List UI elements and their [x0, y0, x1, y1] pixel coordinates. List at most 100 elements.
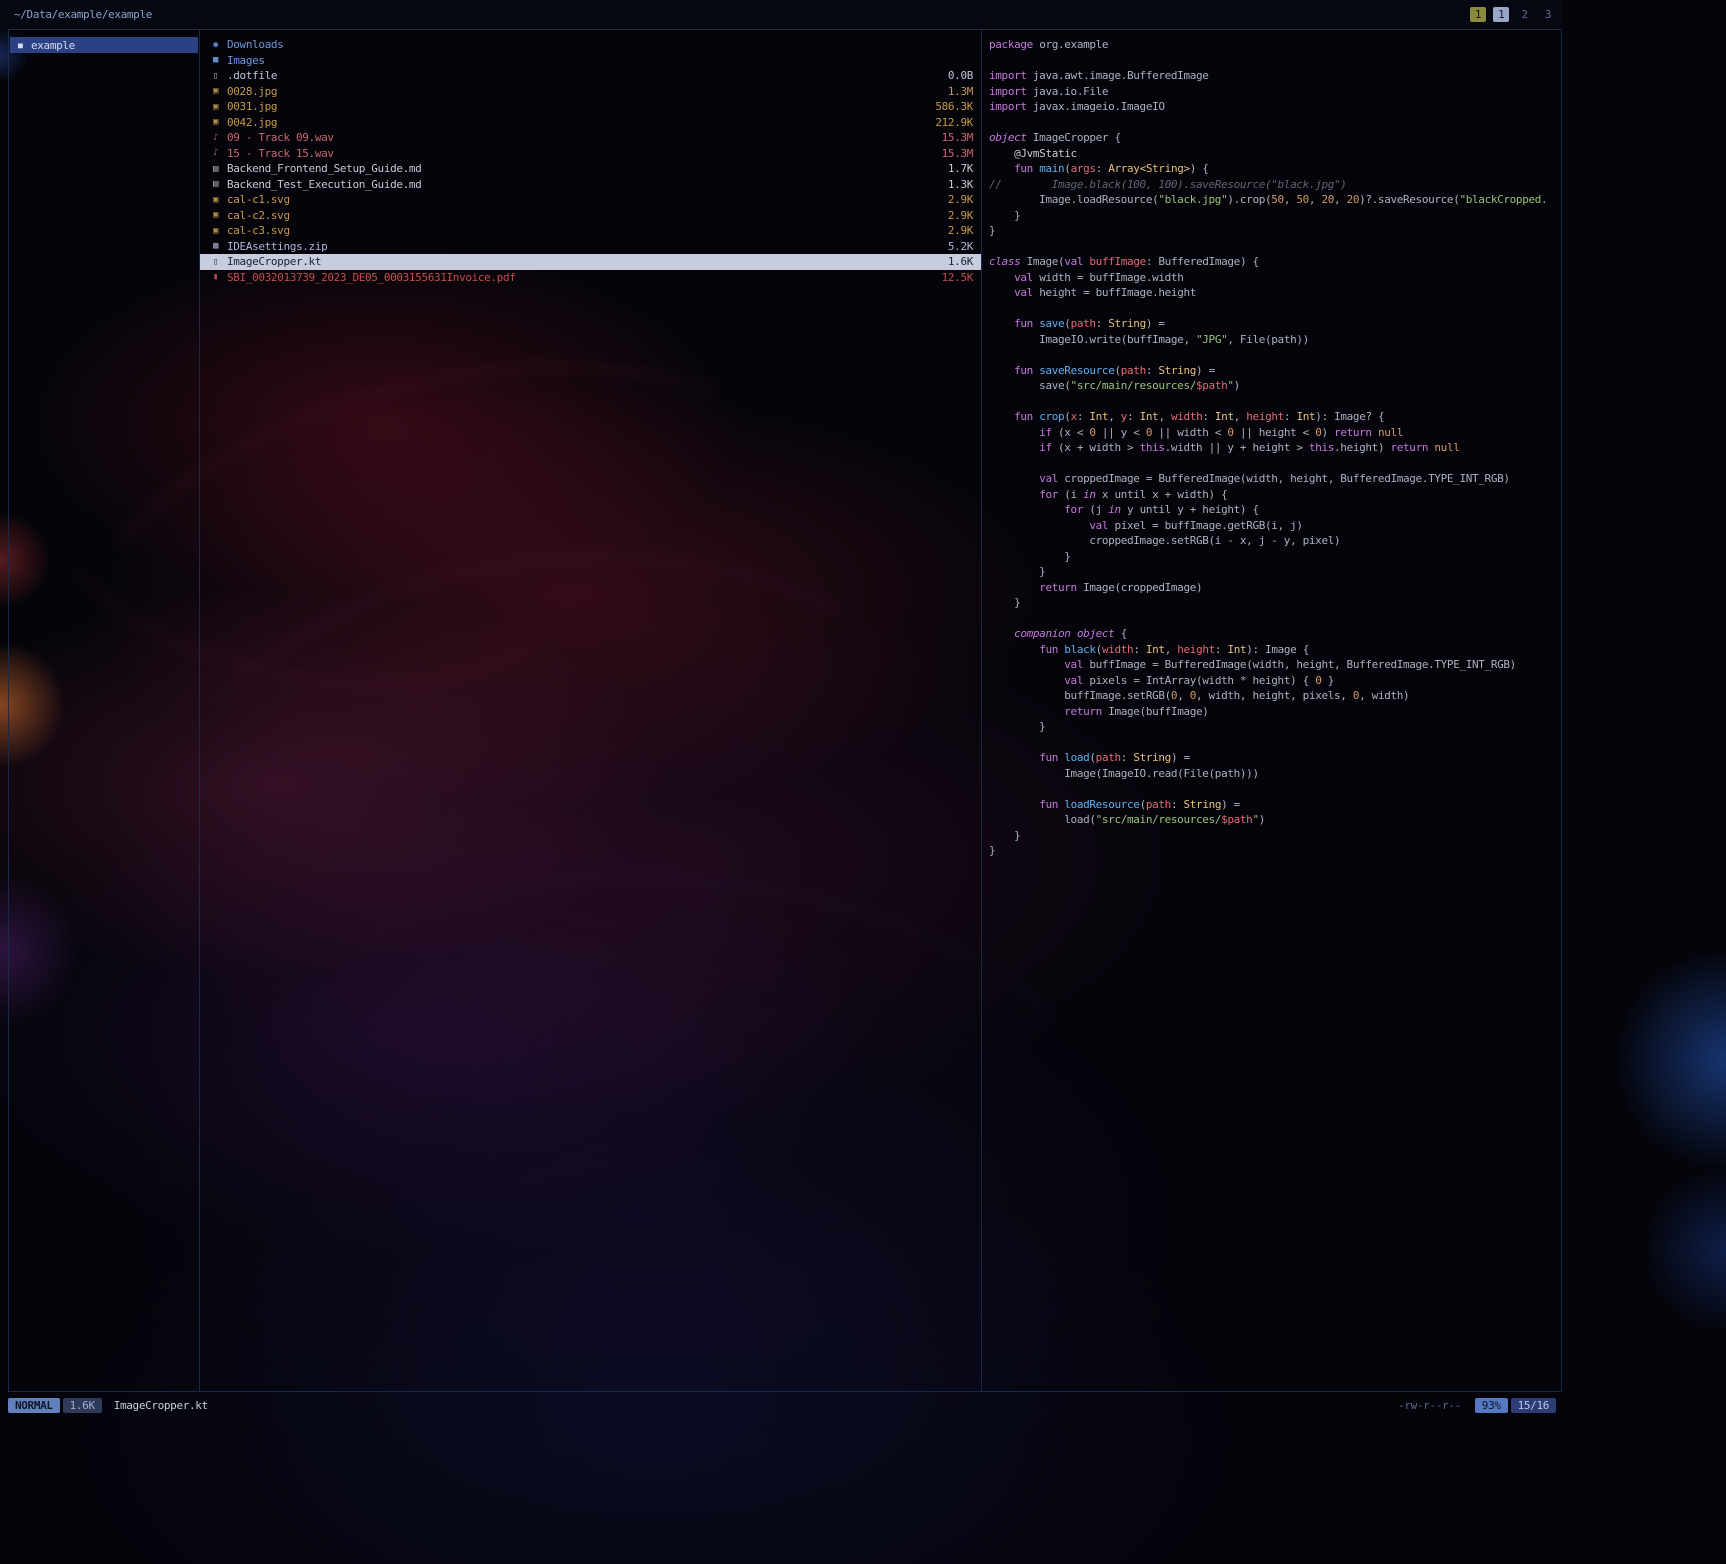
file-row[interactable]: ♪15 - Track 15.wav15.3M — [200, 146, 981, 162]
file-size: 1.3K — [938, 178, 973, 191]
code-line: } — [989, 719, 1561, 735]
image-icon: ▣ — [213, 210, 227, 220]
file-size-badge: 1.6K — [63, 1398, 102, 1413]
kotlin-icon: ▯ — [213, 257, 227, 267]
file-icon: ▯ — [213, 71, 227, 81]
code-line: Image.loadResource("black.jpg").crop(50,… — [989, 192, 1561, 208]
file-row[interactable]: ♪09 - Track 09.wav 15.3M — [200, 130, 981, 146]
file-size: 15.3M — [932, 147, 973, 160]
audio-icon: ♪ — [213, 148, 227, 158]
code-line: fun save(path: String) = — [989, 316, 1561, 332]
file-row[interactable]: ▤Backend_Test_Execution_Guide.md 1.3K — [200, 177, 981, 193]
file-row[interactable]: ◉Downloads — [200, 37, 981, 53]
tab-list: 1123 — [1463, 7, 1556, 22]
code-line: return Image(croppedImage) — [989, 580, 1561, 596]
audio-icon: ♪ — [213, 133, 227, 143]
file-name: 0028.jpg — [227, 85, 277, 98]
file-size: 1.3M — [938, 85, 973, 98]
code-line: if (x < 0 || y < 0 || width < 0 || heigh… — [989, 425, 1561, 441]
code-line — [989, 115, 1561, 131]
code-line: ImageIO.write(buffImage, "JPG", File(pat… — [989, 332, 1561, 348]
code-line: } — [989, 208, 1561, 224]
code-line: croppedImage.setRGB(i - x, j - y, pixel) — [989, 533, 1561, 549]
code-line: fun saveResource(path: String) = — [989, 363, 1561, 379]
file-row[interactable]: ■Images — [200, 53, 981, 69]
code-line — [989, 347, 1561, 363]
code-line: val width = buffImage.width — [989, 270, 1561, 286]
code-line: val pixels = IntArray(width * height) { … — [989, 673, 1561, 689]
preview-pane[interactable]: package org.exampleimport java.awt.image… — [982, 30, 1561, 1391]
file-row[interactable]: ▯ImageCropper.kt1.6K — [200, 254, 981, 270]
tab-2[interactable]: 1 — [1493, 7, 1509, 22]
code-line: load("src/main/resources/$path") — [989, 812, 1561, 828]
file-size: 15.3M — [932, 131, 973, 144]
code-line: fun load(path: String) = — [989, 750, 1561, 766]
code-line: import javax.imageio.ImageIO — [989, 99, 1561, 115]
code-line: } — [989, 843, 1561, 859]
file-row[interactable]: ▣0042.jpg212.9K — [200, 115, 981, 131]
file-name: 09 - Track 09.wav — [227, 131, 334, 144]
code-line: class Image(val buffImage: BufferedImage… — [989, 254, 1561, 270]
code-line: // Image.black(100, 100).saveResource("b… — [989, 177, 1561, 193]
status-bar: NORMAL 1.6K ImageCropper.kt -rw-r--r-- 9… — [8, 1396, 1556, 1414]
code-line: fun crop(x: Int, y: Int, width: Int, hei… — [989, 409, 1561, 425]
file-name: cal-c3.svg — [227, 224, 290, 237]
file-row[interactable]: ▣0028.jpg1.3M — [200, 84, 981, 100]
mode-badge: NORMAL — [8, 1398, 60, 1413]
code-line: return Image(buffImage) — [989, 704, 1561, 720]
tab-4[interactable]: 3 — [1540, 7, 1556, 22]
terminal-screen: ~/Data/example/example 1123 ■example ◉Do… — [0, 0, 1726, 1564]
parent-dir-label: example — [31, 39, 75, 52]
file-name: IDEAsettings.zip — [227, 240, 327, 253]
file-row[interactable]: ▣cal-c2.svg2.9K — [200, 208, 981, 224]
file-size: 212.9K — [925, 116, 973, 129]
file-size: 0.0B — [938, 69, 973, 82]
code-line: fun main(args: Array<String>) { — [989, 161, 1561, 177]
file-name: Downloads — [227, 38, 283, 51]
filename-label: ImageCropper.kt — [114, 1399, 208, 1412]
folder-icon: ■ — [18, 41, 31, 50]
panes: ■example ◉Downloads■Images▯.dotfile0.0B▣… — [8, 29, 1562, 1392]
code-line: } — [989, 549, 1561, 565]
file-size: 1.7K — [938, 162, 973, 175]
file-name: Backend_Test_Execution_Guide.md — [227, 178, 421, 191]
code-line: for (i in x until x + width) { — [989, 487, 1561, 503]
code-line: import java.awt.image.BufferedImage — [989, 68, 1561, 84]
image-icon: ▣ — [213, 195, 227, 205]
parent-pane: ■example — [9, 30, 200, 1391]
code-line: object ImageCropper { — [989, 130, 1561, 146]
file-name: 0031.jpg — [227, 100, 277, 113]
file-name: .dotfile — [227, 69, 277, 82]
file-row[interactable]: ▣cal-c1.svg2.9K — [200, 192, 981, 208]
file-row[interactable]: ▤Backend_Frontend_Setup_Guide.md 1.7K — [200, 161, 981, 177]
file-row[interactable]: ▦IDEAsettings.zip5.2K — [200, 239, 981, 255]
status-right-group: -rw-r--r-- 93% 15/16 — [1398, 1398, 1556, 1413]
file-name: ImageCropper.kt — [227, 255, 321, 268]
code-line: @JvmStatic — [989, 146, 1561, 162]
code-line — [989, 611, 1561, 627]
folder-icon: ■ — [213, 55, 227, 65]
code-line — [989, 53, 1561, 69]
file-name: Backend_Frontend_Setup_Guide.md — [227, 162, 421, 175]
file-row[interactable]: ▮SBI_0032013739_2023_DE05_0003155631Invo… — [200, 270, 981, 286]
code-line: } — [989, 828, 1561, 844]
parent-dir-item[interactable]: ■example — [10, 37, 198, 53]
markdown-icon: ▤ — [213, 179, 227, 189]
tab-3[interactable]: 2 — [1516, 7, 1532, 22]
code-line: for (j in y until y + height) { — [989, 502, 1561, 518]
code-line: companion object { — [989, 626, 1561, 642]
code-line: fun black(width: Int, height: Int): Imag… — [989, 642, 1561, 658]
code-line — [989, 456, 1561, 472]
code-line: val buffImage = BufferedImage(width, hei… — [989, 657, 1561, 673]
image-icon: ▣ — [213, 117, 227, 127]
percent-badge: 93% — [1475, 1398, 1508, 1413]
markdown-icon: ▤ — [213, 164, 227, 174]
file-size: 2.9K — [938, 193, 973, 206]
file-row[interactable]: ▣0031.jpg586.3K — [200, 99, 981, 115]
file-row[interactable]: ▣cal-c3.svg2.9K — [200, 223, 981, 239]
tab-1[interactable]: 1 — [1470, 7, 1486, 22]
file-row[interactable]: ▯.dotfile 0.0B — [200, 68, 981, 84]
image-icon: ▣ — [213, 102, 227, 112]
code-preview: package org.exampleimport java.awt.image… — [982, 37, 1561, 859]
code-line: if (x + width > this.width || y + height… — [989, 440, 1561, 456]
